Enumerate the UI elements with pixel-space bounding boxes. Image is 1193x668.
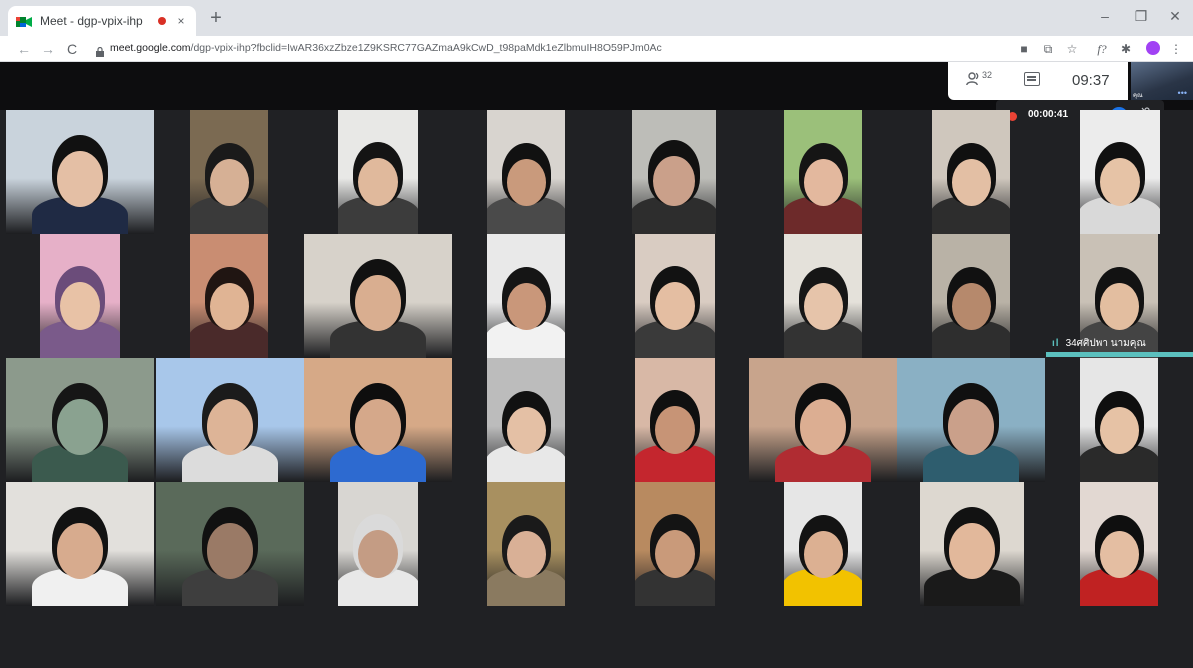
url-field[interactable]: meet.google.com/dgp-vpix-ihp?fbclid=IwAR…: [110, 42, 662, 54]
participant-face: [1099, 531, 1139, 578]
participant-face: [57, 151, 103, 207]
participant-tile[interactable]: [156, 358, 304, 482]
participant-face: [949, 523, 995, 579]
participant-face: [1099, 407, 1139, 454]
url-path: /dgp-vpix-ihp?fbclid=IwAR36xzZbze1Z9KSRC…: [190, 42, 662, 54]
participant-tile[interactable]: [635, 482, 715, 606]
participant-tile[interactable]: [304, 358, 452, 482]
browser-menu-icon[interactable]: ⋮: [1168, 40, 1184, 58]
participant-face: [60, 282, 100, 330]
participant-face: [948, 399, 994, 455]
participant-tile[interactable]: [635, 358, 715, 482]
recording-timer: 00:00:41: [1028, 109, 1069, 120]
participant-face: [209, 159, 249, 206]
participant-face: [358, 158, 398, 206]
participant-tile[interactable]: [1080, 110, 1160, 234]
participant-tile[interactable]: [784, 110, 862, 234]
self-name-label: คุณ: [1133, 93, 1143, 99]
participant-face: [951, 159, 991, 206]
browser-tab-meet[interactable]: Meet - dgp-vpix-ihp ×: [8, 6, 196, 36]
participant-tile[interactable]: [1080, 358, 1158, 482]
participant-face: [653, 155, 695, 207]
participant-tile[interactable]: [338, 482, 418, 606]
participant-face: [803, 283, 843, 330]
tab-close-button[interactable]: ×: [174, 14, 188, 28]
participant-face: [57, 523, 103, 579]
participant-face: [355, 275, 401, 331]
url-host: meet.google.com: [110, 42, 191, 54]
participant-tile[interactable]: [40, 234, 120, 358]
lock-icon: [96, 44, 104, 57]
forward-button[interactable]: →: [40, 40, 56, 58]
participant-face: [803, 531, 843, 578]
participant-tile[interactable]: [749, 358, 897, 482]
participant-tile[interactable]: [932, 234, 1010, 358]
participant-tile[interactable]: [784, 234, 862, 358]
bookmark-star-icon[interactable]: ☆: [1064, 40, 1080, 58]
profile-avatar[interactable]: [1146, 41, 1160, 55]
participant-face: [57, 399, 103, 455]
participant-tile[interactable]: [487, 234, 565, 358]
participant-tile[interactable]: [190, 110, 268, 234]
reload-button[interactable]: C: [64, 40, 80, 58]
participant-face: [655, 282, 695, 330]
browser-tabbar: Meet - dgp-vpix-ihp × + – ❐ ✕: [0, 0, 1193, 36]
translate-icon[interactable]: ⧉: [1040, 40, 1056, 58]
participant-tile[interactable]: [338, 110, 418, 234]
participant-face: [358, 530, 398, 578]
participant-tile[interactable]: [487, 482, 565, 606]
minimize-button[interactable]: –: [1095, 8, 1115, 24]
participant-tile[interactable]: [190, 234, 268, 358]
participant-tile[interactable]: [487, 110, 565, 234]
new-tab-button[interactable]: +: [206, 8, 226, 28]
tab-title: Meet - dgp-vpix-ihp: [40, 14, 143, 28]
participant-tile[interactable]: [6, 358, 154, 482]
participant-tile[interactable]: [1080, 482, 1158, 606]
participant-face: [1099, 283, 1139, 330]
participant-tile[interactable]: [156, 482, 304, 606]
people-count: 32: [982, 70, 993, 80]
participant-tile[interactable]: [6, 110, 154, 234]
close-window-button[interactable]: ✕: [1165, 8, 1185, 25]
self-view-more-icon[interactable]: •••: [1178, 88, 1187, 98]
participant-face: [506, 283, 546, 330]
address-bar: ← → C meet.google.com/dgp-vpix-ihp?fbcli…: [0, 36, 1193, 62]
cast-icon[interactable]: ■: [1016, 40, 1032, 58]
participant-face: [207, 523, 253, 579]
meeting-clock: 09:37: [1072, 72, 1110, 89]
back-button[interactable]: ←: [16, 40, 32, 58]
audio-level-icon: ıl: [1052, 338, 1060, 349]
participant-tile[interactable]: [932, 110, 1010, 234]
active-speaker-bar: [1046, 352, 1193, 357]
chat-icon[interactable]: [1024, 72, 1040, 86]
participant-face: [655, 406, 695, 454]
participant-tile[interactable]: [784, 482, 862, 606]
participant-face: [655, 530, 695, 578]
participant-face: [506, 159, 546, 206]
recording-indicator-icon: [158, 17, 166, 25]
extensions-puzzle-icon[interactable]: ✱: [1118, 40, 1134, 58]
meet-favicon-icon: [16, 15, 32, 27]
participant-face: [506, 407, 546, 454]
participant-tile[interactable]: [632, 110, 716, 234]
participant-tile[interactable]: [635, 234, 715, 358]
maximize-button[interactable]: ❐: [1131, 8, 1151, 25]
meet-controls-panel: 32 09:37: [948, 62, 1128, 100]
participant-tile[interactable]: [487, 358, 565, 482]
speaker-name: 34ศศิปพา นามคุณ: [1065, 338, 1146, 349]
active-speaker-label: ıl 34ศศิปพา นามคุณ: [1052, 336, 1146, 351]
participant-tile[interactable]: [6, 482, 154, 606]
participant-face: [209, 283, 249, 330]
participant-face: [800, 399, 846, 455]
participant-face: [803, 159, 843, 206]
participant-tile[interactable]: [897, 358, 1045, 482]
formula-extension-icon[interactable]: f?: [1094, 40, 1110, 58]
participant-face: [1100, 158, 1140, 206]
participant-face: [951, 283, 991, 330]
participant-face: [355, 399, 401, 455]
participant-face: [506, 531, 546, 578]
participant-tile[interactable]: [920, 482, 1024, 606]
participant-tile[interactable]: [304, 234, 452, 358]
participant-face: [207, 399, 253, 455]
